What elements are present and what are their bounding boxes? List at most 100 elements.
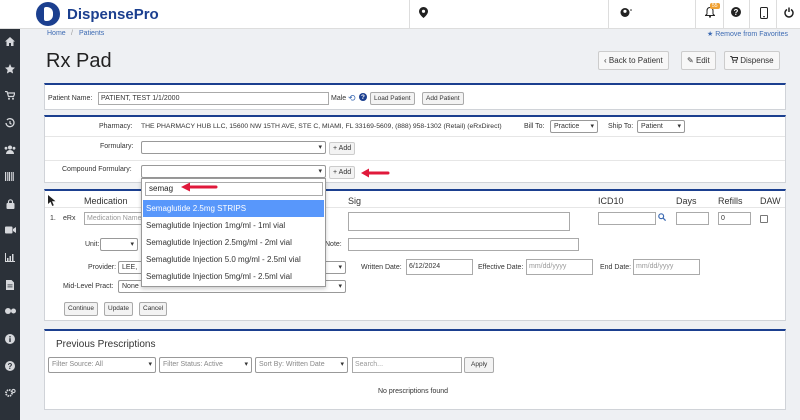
effective-date-input[interactable]: mm/dd/yyyy [526, 259, 593, 275]
daw-checkbox[interactable] [760, 215, 768, 223]
dropdown-option[interactable]: Semaglutide Injection 2.5mg/ml - 2ml via… [143, 234, 324, 251]
midlevel-label: Mid-Level Pract: [63, 283, 114, 290]
svg-text:?: ? [734, 8, 739, 17]
search-icon[interactable] [658, 213, 667, 223]
icd10-input[interactable] [598, 212, 656, 225]
settings-icon[interactable] [0, 388, 20, 400]
filter-status-select[interactable]: Filter Status: Active [159, 357, 252, 373]
help-icon[interactable]: ? [0, 361, 20, 373]
filter-source-select[interactable]: Filter Source: All [48, 357, 156, 373]
end-date-input[interactable]: mm/dd/yyyy [633, 259, 700, 275]
continue-button[interactable]: Continue [64, 302, 99, 316]
history-icon[interactable] [0, 118, 20, 130]
app-name: DispensePro [67, 6, 159, 23]
breadcrumb-patients[interactable]: Patients [79, 30, 104, 37]
pharmacy-label: Pharmacy: [99, 123, 133, 130]
bill-to-select[interactable]: Practice [550, 120, 598, 133]
info-icon[interactable] [0, 334, 20, 346]
plus-icon: + [333, 169, 338, 176]
divider [723, 0, 724, 29]
users-icon[interactable] [0, 145, 20, 156]
video-icon[interactable] [0, 226, 20, 236]
notification-badge: 55 [710, 3, 720, 9]
apply-button[interactable]: Apply [464, 357, 495, 373]
days-header: Days [676, 196, 697, 206]
prescription-search-input[interactable]: Search... [352, 357, 462, 373]
note-label: Note: [325, 241, 342, 248]
compound-formulary-label: Compound Formulary: [62, 166, 132, 173]
load-patient-button[interactable]: Load Patient [370, 92, 415, 105]
icd10-header: ICD10 [598, 196, 624, 206]
dispense-button[interactable]: Dispense [724, 51, 780, 70]
chevron-left-icon: ‹ [604, 56, 607, 65]
edit-button[interactable]: ✎ Edit [681, 51, 716, 70]
svg-text:?: ? [361, 94, 365, 101]
star-icon: ★ [707, 31, 714, 38]
bell-icon[interactable] [704, 6, 716, 21]
top-bar: DispensePro 55 ? [0, 0, 800, 29]
back-to-patient-label: Back to Patient [608, 56, 663, 65]
back-to-patient-button[interactable]: ‹ Back to Patient [598, 51, 669, 70]
home-icon[interactable] [0, 37, 20, 48]
formulary-add-button[interactable]: + Add [329, 142, 356, 155]
pharmacy-value: THE PHARMACY HUB LLC, 15600 NW 15TH AVE,… [141, 123, 502, 130]
page-title: Rx Pad [46, 50, 112, 72]
star-icon[interactable] [0, 64, 20, 76]
annotation-arrow [181, 182, 218, 192]
dropdown-option[interactable]: Semaglutide Injection 5.0 mg/ml - 2.5ml … [143, 251, 324, 268]
cart-icon [730, 55, 740, 65]
row-number: 1. [50, 215, 56, 222]
pills-icon[interactable] [0, 307, 20, 317]
sig-textarea[interactable] [348, 212, 570, 231]
dropdown-option[interactable]: Semaglutide 2.5mg STRIPS [143, 200, 324, 217]
dispense-label: Dispense [740, 56, 774, 65]
divider [45, 160, 785, 161]
map-pin-icon[interactable] [419, 7, 428, 21]
refills-input[interactable]: 0 [718, 212, 751, 225]
compound-add-button[interactable]: + Add [329, 166, 356, 179]
add-patient-button[interactable]: Add Patient [422, 92, 464, 105]
row-type: eRx [63, 215, 76, 222]
refresh-icon[interactable]: ⟲ [348, 93, 356, 104]
help-icon[interactable]: ? [359, 93, 367, 103]
formulary-select[interactable] [141, 141, 326, 154]
divider [749, 0, 750, 29]
power-icon[interactable] [784, 7, 794, 21]
cart-icon[interactable] [0, 90, 20, 102]
svg-text:?: ? [8, 362, 13, 371]
document-icon[interactable] [0, 280, 20, 292]
barcode-icon[interactable] [0, 172, 20, 183]
compound-add-label: Add [338, 169, 352, 176]
update-button[interactable]: Update [104, 302, 133, 316]
provider-label: Provider: [88, 264, 117, 271]
lock-icon[interactable] [0, 199, 20, 211]
question-icon[interactable]: ? [731, 7, 741, 20]
formulary-label: Formulary: [100, 143, 134, 150]
formulary-add-label: Add [338, 145, 352, 152]
days-input[interactable] [676, 212, 709, 225]
dropdown-option[interactable]: Semaglutide Injection 5mg/ml - 2.5ml via… [143, 268, 324, 285]
ship-to-select[interactable]: Patient [637, 120, 685, 133]
divider [608, 0, 609, 29]
written-date-input[interactable]: 6/12/2024 [406, 259, 473, 275]
dropdown-option[interactable]: Semaglutide Injection 1mg/ml - 1ml vial [143, 217, 324, 234]
effective-date-label: Effective Date: [478, 264, 524, 271]
chart-icon[interactable] [0, 253, 20, 264]
divider [45, 136, 785, 137]
left-nav: ? [0, 29, 20, 420]
unit-select[interactable] [100, 238, 138, 251]
mobile-icon[interactable] [760, 7, 768, 22]
patient-name-field[interactable]: PATIENT, TEST 1/1/2000 [98, 92, 329, 105]
pencil-icon: ✎ [687, 56, 694, 65]
dropdown-search-input[interactable]: semag [145, 182, 323, 196]
remove-favorite-link[interactable]: ★ Remove from Favorites [707, 30, 788, 38]
compound-formulary-select[interactable] [141, 165, 326, 178]
sort-by-select[interactable]: Sort By: Written Date [255, 357, 348, 373]
cancel-button[interactable]: Cancel [139, 302, 168, 316]
unit-label: Unit: [85, 241, 100, 248]
breadcrumb-home[interactable]: Home [47, 30, 66, 37]
note-input[interactable] [348, 238, 579, 251]
user-icon[interactable] [620, 7, 632, 21]
divider [776, 0, 777, 29]
medication-input[interactable]: Medication Name [84, 212, 142, 225]
